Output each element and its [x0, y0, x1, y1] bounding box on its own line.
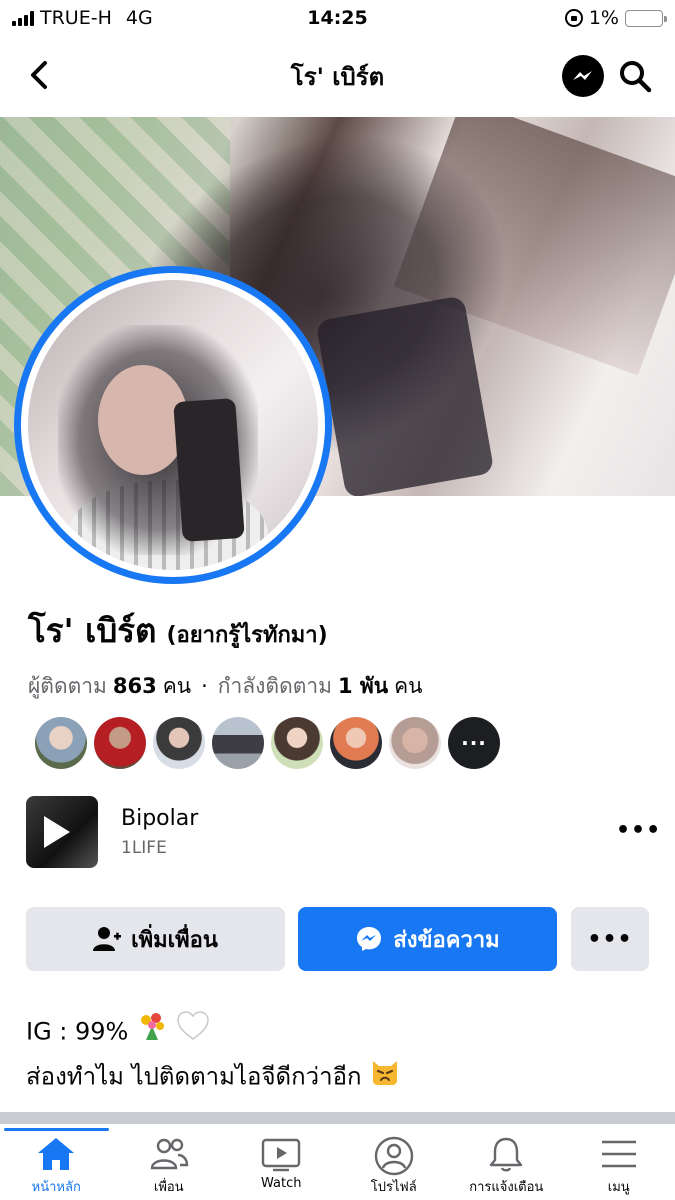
music-more-button[interactable]: ••• — [616, 818, 661, 843]
header-title: โร' เบิร์ต — [290, 62, 385, 91]
battery-icon — [625, 9, 667, 27]
message-label: ส่งข้อความ — [393, 927, 500, 953]
nav-friends-label: เพื่อน — [153, 1180, 184, 1195]
profile-name: โร' เบิร์ต — [28, 611, 157, 650]
separator-dot: · — [201, 674, 208, 698]
bio-line-2: ส่องทำไม ไปติดตามไอจีดีกว่าอีก — [26, 1055, 401, 1100]
play-icon — [44, 816, 70, 848]
search-button[interactable] — [616, 57, 654, 95]
add-friend-label: เพิ่มเพื่อน — [131, 927, 218, 953]
following-label: กำลังติดตาม — [217, 674, 332, 698]
friends-preview: ··· — [35, 717, 500, 769]
friend-avatar[interactable] — [212, 717, 264, 769]
profile-bio: IG : 99% ส่องทำไม ไปติดตามไอจีดีกว่าอีก — [26, 1010, 401, 1100]
bell-icon — [490, 1137, 523, 1172]
home-icon — [38, 1138, 75, 1170]
add-friend-button[interactable]: เพิ่มเพื่อน — [26, 907, 285, 971]
status-bar: TRUE-H 4G 14:25 1% — [0, 0, 675, 36]
profile-picture-border — [21, 273, 325, 577]
friend-avatar[interactable] — [153, 717, 205, 769]
messenger-button[interactable] — [562, 55, 604, 97]
friend-avatar[interactable] — [35, 717, 87, 769]
nav-home-label: หน้าหลัก — [31, 1180, 81, 1195]
status-bar-right: 1% — [564, 7, 667, 29]
rotation-lock-icon — [564, 9, 583, 27]
more-friends-button[interactable]: ··· — [448, 717, 500, 769]
profile-icon — [374, 1136, 413, 1176]
nav-notifications-label: การแจ้งเตือน — [469, 1180, 544, 1195]
follow-stats[interactable]: ผู้ติดตาม 863 คน · กำลังติดตาม 1 พัน คน — [28, 670, 423, 703]
followers-label: ผู้ติดตาม — [28, 674, 107, 698]
profile-music[interactable]: Bipolar 1LIFE ••• — [26, 796, 660, 868]
signal-icon — [12, 10, 34, 26]
menu-icon — [601, 1140, 636, 1168]
profile-alt-name: (อยากรู้ไรทักมา) — [166, 623, 328, 648]
bouquet-icon — [136, 1010, 168, 1055]
search-icon — [620, 61, 652, 93]
music-artist: 1LIFE — [121, 838, 167, 858]
friends-icon — [150, 1138, 188, 1170]
photo-phone — [173, 398, 245, 542]
music-title: Bipolar — [121, 806, 199, 831]
followers-unit: คน — [162, 674, 192, 698]
nav-watch[interactable]: Watch — [225, 1124, 338, 1200]
message-button[interactable]: ส่งข้อความ — [298, 907, 557, 971]
nav-watch-label: Watch — [261, 1176, 302, 1191]
more-actions-button[interactable]: ••• — [571, 907, 649, 971]
chevron-left-icon — [31, 61, 47, 89]
carrier-label: TRUE-H — [40, 7, 112, 29]
profile-photo — [28, 280, 318, 570]
profile-header: โร' เบิร์ต — [0, 40, 675, 112]
following-count: 1 พัน — [337, 674, 389, 698]
music-cover[interactable] — [26, 796, 98, 868]
nav-notifications[interactable]: การแจ้งเตือน — [450, 1124, 563, 1200]
followers-count: 863 — [112, 674, 157, 698]
friend-avatar[interactable] — [389, 717, 441, 769]
friend-avatar[interactable] — [271, 717, 323, 769]
nav-friends[interactable]: เพื่อน — [113, 1124, 226, 1200]
network-label: 4G — [125, 7, 153, 29]
messenger-icon — [573, 71, 592, 80]
nav-home[interactable]: หน้าหลัก — [0, 1124, 113, 1200]
nav-menu[interactable]: เมนู — [563, 1124, 675, 1200]
back-button[interactable] — [22, 58, 56, 92]
bio-line-2-text: ส่องทำไม ไปติดตามไอจีดีกว่าอีก — [26, 1062, 362, 1091]
bottom-navigation: หน้าหลัก เพื่อน Watch โปรไฟล์ การแจ้งเตื… — [0, 1124, 675, 1200]
cover-phone — [315, 295, 495, 496]
add-friend-icon — [93, 927, 122, 951]
bio-line-1-text: IG : 99% — [26, 1017, 129, 1046]
friend-avatar[interactable] — [94, 717, 146, 769]
profile-picture[interactable] — [14, 266, 332, 584]
following-unit: คน — [394, 674, 423, 698]
friend-avatar[interactable] — [330, 717, 382, 769]
status-bar-left: TRUE-H 4G — [12, 7, 153, 29]
bio-line-1: IG : 99% — [26, 1010, 401, 1055]
pouting-cat-icon — [369, 1055, 401, 1100]
profile-name-row: โร' เบิร์ต (อยากรู้ไรทักมา) — [28, 604, 328, 657]
messenger-icon — [357, 927, 382, 951]
nav-menu-label: เมนู — [607, 1180, 630, 1195]
battery-percent: 1% — [588, 7, 619, 29]
white-heart-icon — [176, 1011, 210, 1054]
nav-profile-label: โปรไฟล์ — [370, 1180, 417, 1195]
watch-icon — [262, 1138, 301, 1172]
nav-profile[interactable]: โปรไฟล์ — [338, 1124, 451, 1200]
section-divider — [0, 1112, 675, 1124]
